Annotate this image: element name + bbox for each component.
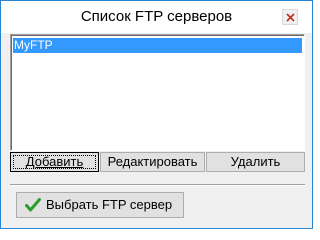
close-icon bbox=[286, 13, 295, 22]
separator bbox=[10, 184, 305, 186]
select-ftp-server-label: Выбрать FTP сервер bbox=[46, 197, 173, 212]
delete-button[interactable]: Удалить bbox=[206, 152, 305, 172]
window-title: Список FTP серверов bbox=[80, 8, 233, 25]
edit-button-label: Редактировать bbox=[107, 154, 198, 169]
title-bar: Список FTP серверов bbox=[1, 1, 312, 33]
select-ftp-server-button[interactable]: Выбрать FTP сервер bbox=[16, 192, 184, 218]
edit-button[interactable]: Редактировать bbox=[100, 152, 205, 172]
delete-button-label: Удалить bbox=[230, 154, 281, 169]
add-button-label: Добавить bbox=[25, 154, 84, 169]
list-item[interactable]: MyFTP bbox=[13, 38, 302, 53]
ftp-server-list-dialog: Список FTP серверов MyFTP Добавить Редак… bbox=[0, 0, 313, 229]
close-button[interactable] bbox=[282, 9, 298, 25]
checkmark-icon bbox=[25, 198, 41, 212]
add-button[interactable]: Добавить bbox=[10, 152, 99, 172]
server-listbox[interactable]: MyFTP bbox=[10, 34, 305, 151]
